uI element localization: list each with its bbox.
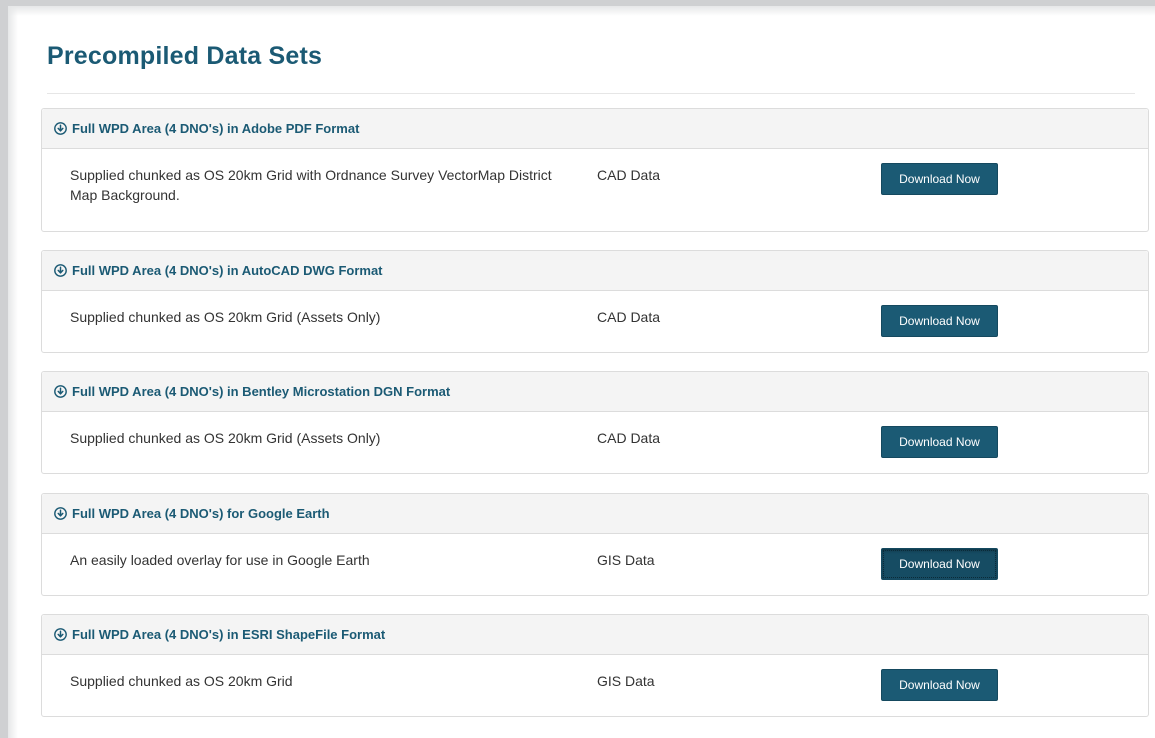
dataset-description: Supplied chunked as OS 20km Grid with Or… [70,167,552,203]
dataset-header-shapefile[interactable]: Full WPD Area (4 DNO's) in ESRI ShapeFil… [42,615,1148,655]
dataset-description: Supplied chunked as OS 20km Grid (Assets… [70,309,381,325]
dataset-title: Full WPD Area (4 DNO's) in AutoCAD DWG F… [72,263,383,278]
dataset-type: CAD Data [597,309,661,325]
dataset-panel-pdf: Full WPD Area (4 DNO's) in Adobe PDF For… [41,108,1149,232]
dataset-title: Full WPD Area (4 DNO's) in Adobe PDF For… [72,121,360,136]
dataset-type: GIS Data [597,552,655,568]
dataset-type: GIS Data [597,673,655,689]
dataset-type: CAD Data [597,430,661,446]
title-divider [47,93,1135,94]
dataset-header-dgn[interactable]: Full WPD Area (4 DNO's) in Bentley Micro… [42,372,1148,412]
download-now-button[interactable]: Download Now [881,426,998,458]
dataset-title: Full WPD Area (4 DNO's) in Bentley Micro… [72,384,451,399]
circle-arrow-down-icon [54,122,67,135]
dataset-description: Supplied chunked as OS 20km Grid [70,673,293,689]
dataset-header-google-earth[interactable]: Full WPD Area (4 DNO's) for Google Earth [42,494,1148,534]
dataset-panel-shapefile: Full WPD Area (4 DNO's) in ESRI ShapeFil… [41,614,1149,717]
dataset-header-pdf[interactable]: Full WPD Area (4 DNO's) in Adobe PDF For… [42,109,1148,149]
dataset-type: CAD Data [597,167,661,183]
dataset-description: An easily loaded overlay for use in Goog… [70,552,370,568]
dataset-title: Full WPD Area (4 DNO's) for Google Earth [72,506,330,521]
dataset-panel-dgn: Full WPD Area (4 DNO's) in Bentley Micro… [41,371,1149,474]
download-now-button[interactable]: Download Now [881,669,998,701]
dataset-title: Full WPD Area (4 DNO's) in ESRI ShapeFil… [72,627,386,642]
circle-arrow-down-icon [54,507,67,520]
download-now-button[interactable]: Download Now [881,163,998,195]
dataset-description: Supplied chunked as OS 20km Grid (Assets… [70,430,381,446]
page-title: Precompiled Data Sets [47,42,323,70]
dataset-panel-dwg: Full WPD Area (4 DNO's) in AutoCAD DWG F… [41,250,1149,353]
dataset-panel-google-earth: Full WPD Area (4 DNO's) for Google Earth… [41,493,1149,596]
dataset-header-dwg[interactable]: Full WPD Area (4 DNO's) in AutoCAD DWG F… [42,251,1148,291]
download-now-button[interactable]: Download Now [881,548,998,580]
circle-arrow-down-icon [54,628,67,641]
download-now-button[interactable]: Download Now [881,305,998,337]
circle-arrow-down-icon [54,264,67,277]
circle-arrow-down-icon [54,385,67,398]
window-frame: Precompiled Data Sets Full WPD Area (4 D… [0,0,1155,738]
